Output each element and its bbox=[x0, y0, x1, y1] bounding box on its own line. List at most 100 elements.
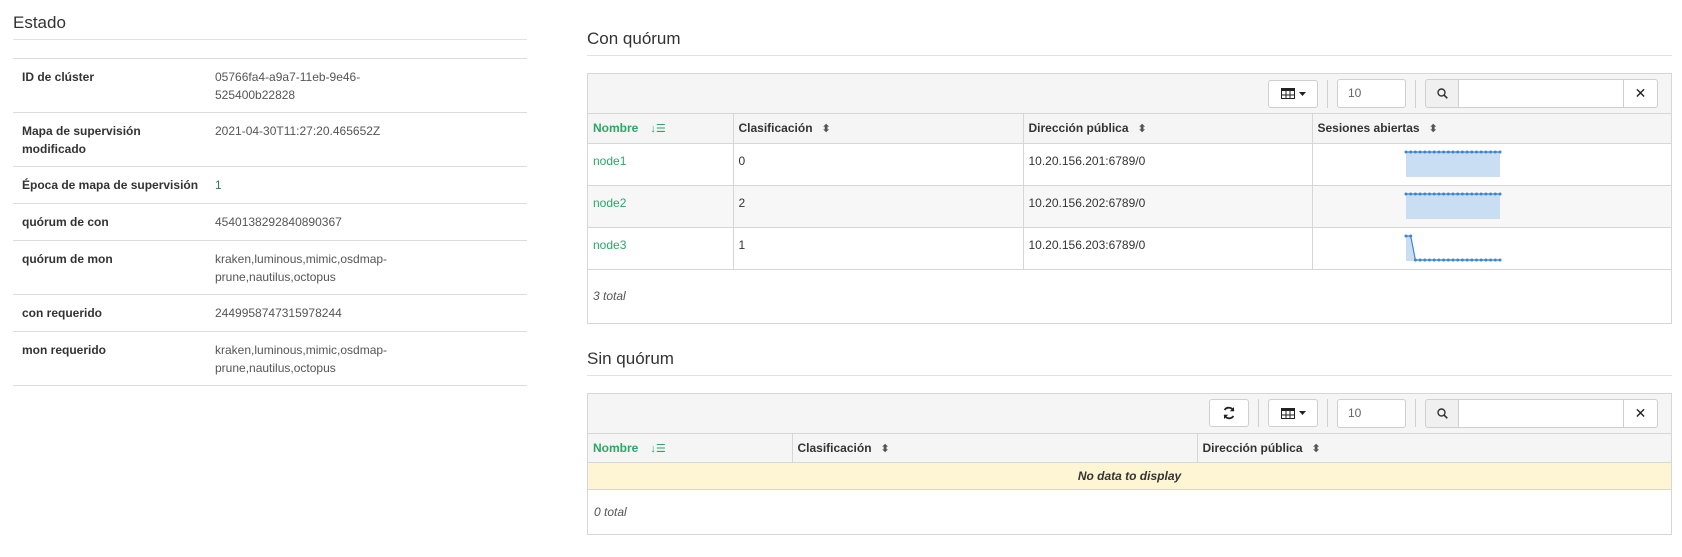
in-quorum-table: 10 ✕ Nombre ↓☰ Clasificación ⬍ Dirección p… bbox=[587, 73, 1672, 324]
sparkline-point bbox=[1483, 150, 1487, 153]
status-value: 2449958747315978244 bbox=[215, 306, 342, 320]
monitor-rank: 1 bbox=[733, 227, 1024, 270]
caret-down-icon bbox=[1298, 91, 1306, 96]
search-input[interactable] bbox=[1458, 398, 1624, 428]
page-size-input[interactable]: 10 bbox=[1337, 79, 1406, 108]
monitor-name-link[interactable]: node3 bbox=[588, 227, 734, 270]
status-key: ID de clúster bbox=[22, 70, 95, 84]
status-value: 2021-04-30T11:27:20.465652Z bbox=[215, 124, 381, 138]
status-value: 05766fa4-a9a7-11eb-9e46-525400b22828 bbox=[215, 70, 361, 102]
sparkline-point bbox=[1451, 258, 1454, 261]
sort-icon: ⬍ bbox=[1428, 123, 1438, 136]
column-toggle-button[interactable] bbox=[1268, 79, 1318, 108]
status-row-cluster-id: ID de clúster 05766fa4-a9a7-11eb-9e46-52… bbox=[13, 59, 527, 113]
monitor-name-link[interactable]: node2 bbox=[588, 185, 734, 228]
sparkline-point bbox=[1474, 192, 1478, 195]
search-icon bbox=[1425, 79, 1458, 108]
sparkline-point bbox=[1488, 150, 1492, 153]
sort-icon: ⬍ bbox=[1311, 442, 1321, 455]
table-total: 3 total bbox=[593, 288, 626, 303]
sessions-sparkline bbox=[1404, 150, 1501, 177]
table-total: 0 total bbox=[594, 505, 627, 519]
sparkline-point bbox=[1483, 258, 1487, 261]
sparkline-point bbox=[1451, 150, 1454, 153]
sparkline-point bbox=[1474, 258, 1478, 261]
sparkline-point bbox=[1408, 150, 1412, 153]
empty-row: No data to display bbox=[588, 462, 1671, 490]
sparkline-point bbox=[1455, 258, 1459, 261]
status-row-required-mon: mon requerido kraken,luminous,mimic,osdm… bbox=[13, 332, 527, 386]
sparkline-point bbox=[1469, 150, 1473, 153]
column-header-address[interactable]: Dirección pública ⬍ bbox=[1197, 433, 1671, 463]
sort-asc-icon: ↓☰ bbox=[650, 123, 666, 136]
sparkline-point bbox=[1441, 192, 1445, 195]
sparkline-point bbox=[1418, 150, 1422, 153]
sparkline-point bbox=[1460, 192, 1464, 195]
sparkline-point bbox=[1488, 258, 1492, 261]
sparkline-point bbox=[1479, 192, 1483, 195]
status-row-required-con: con requerido 2449958747315978244 bbox=[13, 295, 527, 332]
sparkline-point bbox=[1418, 258, 1422, 261]
status-row-monmap-epoch: Época de mapa de supervisión 1 bbox=[13, 167, 527, 204]
sessions-sparkline bbox=[1404, 192, 1501, 219]
table-columns-icon bbox=[1280, 88, 1295, 99]
sparkline-point bbox=[1432, 150, 1436, 153]
search-input[interactable] bbox=[1458, 79, 1624, 108]
sparkline-point bbox=[1404, 192, 1407, 195]
sessions-sparkline-cell bbox=[1312, 185, 1671, 228]
sparkline-point bbox=[1413, 258, 1417, 261]
sparkline-point bbox=[1427, 192, 1431, 195]
close-icon: ✕ bbox=[1634, 404, 1647, 421]
table-row: node1 0 10.20.156.201:6789/0 bbox=[588, 143, 1671, 186]
table-row: node2 2 10.20.156.202:6789/0 bbox=[588, 185, 1671, 228]
sessions-sparkline-cell bbox=[1312, 227, 1671, 270]
sparkline-point bbox=[1498, 150, 1501, 153]
sparkline-point bbox=[1408, 192, 1412, 195]
search-icon bbox=[1425, 398, 1458, 428]
column-header-name[interactable]: Nombre ↓☰ bbox=[588, 114, 734, 144]
status-row-quorum-con: quórum de con 4540138292840890367 bbox=[13, 204, 527, 241]
monitor-name-link[interactable]: node1 bbox=[588, 143, 734, 186]
sparkline-area bbox=[1405, 235, 1500, 261]
sparkline-point bbox=[1422, 192, 1426, 195]
column-header-rank[interactable]: Clasificación ⬍ bbox=[792, 433, 1198, 463]
column-header-sessions[interactable]: Sesiones abiertas ⬍ bbox=[1312, 114, 1671, 144]
sparkline-point bbox=[1498, 258, 1501, 261]
clear-search-button[interactable]: ✕ bbox=[1624, 79, 1658, 108]
sparkline-point bbox=[1436, 150, 1440, 153]
sparkline-point bbox=[1446, 258, 1450, 261]
close-icon: ✕ bbox=[1634, 85, 1647, 101]
sparkline-point bbox=[1460, 258, 1464, 261]
column-header-address[interactable]: Dirección pública ⬍ bbox=[1023, 114, 1313, 144]
table-columns-icon bbox=[1280, 407, 1295, 419]
sparkline-point bbox=[1422, 258, 1426, 261]
monitors-panel: Con quórum 10 ✕ Nombre ↓☰ Clasificación … bbox=[587, 0, 1672, 535]
sparkline-point bbox=[1413, 192, 1417, 195]
clear-search-button[interactable]: ✕ bbox=[1624, 398, 1658, 428]
sparkline-point bbox=[1418, 192, 1422, 195]
page-size-input[interactable]: 10 bbox=[1337, 398, 1406, 428]
sessions-sparkline bbox=[1404, 234, 1501, 261]
sparkline-point bbox=[1465, 258, 1469, 261]
sparkline-point bbox=[1427, 150, 1431, 153]
caret-down-icon bbox=[1298, 411, 1306, 415]
refresh-button[interactable] bbox=[1209, 399, 1249, 427]
column-toggle-button[interactable] bbox=[1268, 399, 1318, 427]
sparkline-point bbox=[1493, 150, 1497, 153]
column-header-rank[interactable]: Clasificación ⬍ bbox=[733, 114, 1024, 144]
search-box: ✕ bbox=[1425, 79, 1658, 108]
sparkline-point bbox=[1413, 150, 1417, 153]
sort-asc-icon: ↓☰ bbox=[650, 442, 666, 455]
sparkline-point bbox=[1455, 150, 1459, 153]
column-header-name[interactable]: Nombre ↓☰ bbox=[588, 433, 793, 463]
sparkline-point bbox=[1479, 150, 1483, 153]
status-key: con requerido bbox=[22, 306, 103, 320]
sparkline-point bbox=[1465, 192, 1469, 195]
sparkline-point bbox=[1479, 258, 1483, 261]
sparkline-point bbox=[1432, 258, 1436, 261]
sparkline-point bbox=[1436, 192, 1440, 195]
monitor-rank: 2 bbox=[733, 185, 1024, 228]
sparkline-point bbox=[1436, 258, 1440, 261]
sparkline-point bbox=[1474, 150, 1478, 153]
out-quorum-grid: Nombre ↓☰ Clasificación ⬍ Dirección públic… bbox=[588, 433, 1671, 490]
